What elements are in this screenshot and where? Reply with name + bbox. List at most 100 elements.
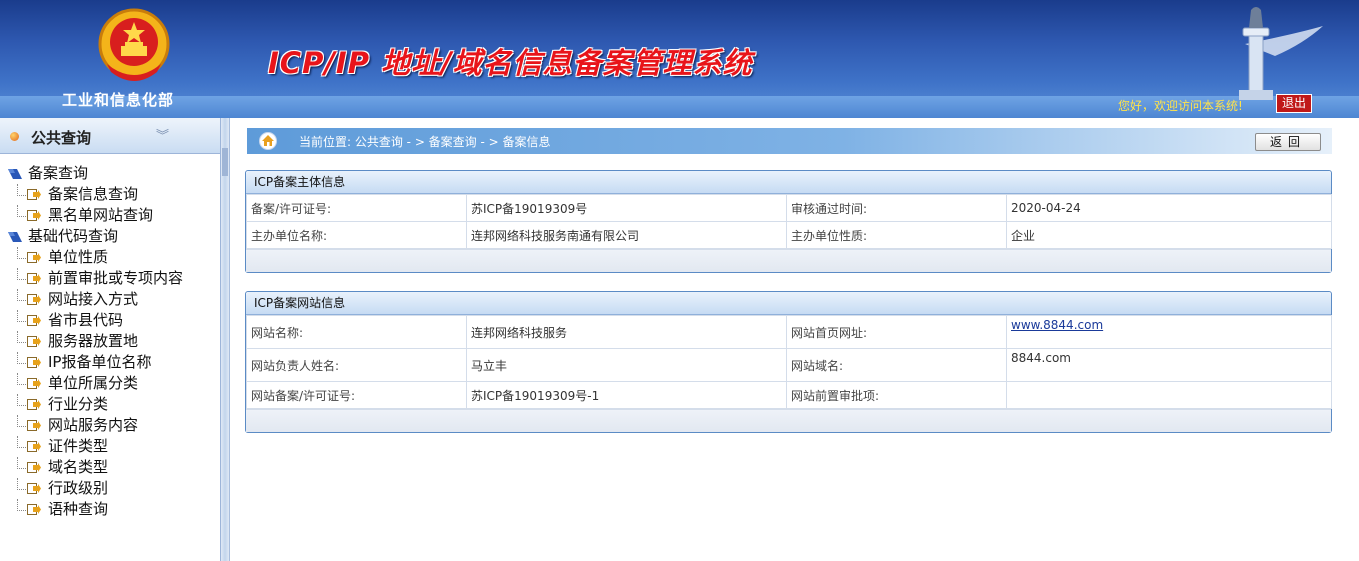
tree-item-label: 网站服务内容 <box>48 416 139 434</box>
table-row: 网站负责人姓名: 马立丰 网站域名: 8844.com <box>246 348 1332 382</box>
header-banner: 工业和信息化部 ICP/IP 地址/域名信息备案管理系统 您好，欢迎访问本系统!… <box>0 0 1359 118</box>
homepage-url-link[interactable]: www.8844.com <box>1011 318 1103 332</box>
page-arrow-icon <box>27 294 41 305</box>
ministry-name: 工业和信息化部 <box>62 92 175 109</box>
table-row: 备案/许可证号: 苏ICP备19019309号 审核通过时间: 2020-04-… <box>246 194 1332 222</box>
field-label: 备案/许可证号: <box>246 194 467 222</box>
field-label: 主办单位名称: <box>246 221 467 249</box>
page-arrow-icon <box>27 378 41 389</box>
field-value: 马立丰 <box>466 348 787 382</box>
collapse-chevron-icon[interactable]: ︾ <box>156 125 169 144</box>
field-value: 苏ICP备19019309号 <box>466 194 787 222</box>
tree-item[interactable]: 域名类型 <box>0 457 220 478</box>
tree-item[interactable]: 网站接入方式 <box>0 289 220 310</box>
table-row: 网站名称: 连邦网络科技服务 网站首页网址: www.8844.com <box>246 315 1332 349</box>
subject-info-panel: ICP备案主体信息 备案/许可证号: 苏ICP备19019309号 审核通过时间… <box>245 170 1332 273</box>
page-arrow-icon <box>27 441 41 452</box>
tree-item-label: 语种查询 <box>48 500 109 518</box>
tree-group-label: 备案查询 <box>28 164 89 182</box>
tree-group-base-code-query[interactable]: 基础代码查询 <box>0 226 220 247</box>
sidebar-splitter[interactable] <box>221 118 230 561</box>
home-icon <box>259 132 277 150</box>
tree-item-label: 域名类型 <box>48 458 109 476</box>
subject-info-table: 备案/许可证号: 苏ICP备19019309号 审核通过时间: 2020-04-… <box>246 194 1332 249</box>
tree-group-label: 基础代码查询 <box>28 227 119 245</box>
field-value: 企业 <box>1006 221 1332 249</box>
tree-item-blacklist-query[interactable]: 黑名单网站查询 <box>0 205 220 226</box>
page-arrow-icon <box>27 420 41 431</box>
tree-item[interactable]: 证件类型 <box>0 436 220 457</box>
nav-tree: 备案查询 备案信息查询 黑名单网站查询 基础代码查询 单位性质 前置审批或专项内… <box>0 163 220 520</box>
welcome-message: 您好，欢迎访问本系统! <box>1118 99 1243 113</box>
field-value <box>1006 381 1332 409</box>
breadcrumb-text: 当前位置: 公共查询 - > 备案查询 - > 备案信息 <box>299 135 551 149</box>
tree-item-label: 备案信息查询 <box>48 185 139 203</box>
tree-item[interactable]: 语种查询 <box>0 499 220 520</box>
tree-item[interactable]: 单位所属分类 <box>0 373 220 394</box>
page-arrow-icon <box>27 252 41 263</box>
tree-item[interactable]: 省市县代码 <box>0 310 220 331</box>
tree-group-record-query[interactable]: 备案查询 <box>0 163 220 184</box>
tree-item[interactable]: 网站服务内容 <box>0 415 220 436</box>
huabiao-pillar-icon <box>1239 7 1323 100</box>
field-value: 连邦网络科技服务 <box>466 315 787 349</box>
field-label: 网站前置审批项: <box>786 381 1007 409</box>
field-label: 网站负责人姓名: <box>246 348 467 382</box>
field-label: 网站首页网址: <box>786 315 1007 349</box>
page-arrow-icon <box>27 189 41 200</box>
page-arrow-icon <box>27 315 41 326</box>
sidebar-header[interactable]: 公共查询 ︾ <box>0 118 220 154</box>
bullet-icon <box>10 132 19 141</box>
sidebar: 公共查询 ︾ 备案查询 备案信息查询 黑名单网站查询 基础代码查询 单位性质 前… <box>0 118 221 561</box>
tree-item[interactable]: IP报备单位名称 <box>0 352 220 373</box>
tree-item-record-info-query[interactable]: 备案信息查询 <box>0 184 220 205</box>
website-info-panel: ICP备案网站信息 网站名称: 连邦网络科技服务 网站首页网址: www.884… <box>245 291 1332 433</box>
page-arrow-icon <box>27 483 41 494</box>
field-label: 网站域名: <box>786 348 1007 382</box>
field-value: 苏ICP备19019309号-1 <box>466 381 787 409</box>
field-value: 8844.com <box>1006 348 1332 382</box>
tree-item-label: 服务器放置地 <box>48 332 139 350</box>
panel-title: ICP备案主体信息 <box>246 171 1331 194</box>
tree-item-label: 单位性质 <box>48 248 109 266</box>
page-arrow-icon <box>27 273 41 284</box>
field-value: 连邦网络科技服务南通有限公司 <box>466 221 787 249</box>
tree-item-label: IP报备单位名称 <box>48 353 152 371</box>
field-label: 主办单位性质: <box>786 221 1007 249</box>
tree-item[interactable]: 单位性质 <box>0 247 220 268</box>
tree-item[interactable]: 前置审批或专项内容 <box>0 268 220 289</box>
tree-item-label: 行业分类 <box>48 395 109 413</box>
table-row: 网站备案/许可证号: 苏ICP备19019309号-1 网站前置审批项: <box>246 381 1332 409</box>
field-label: 网站名称: <box>246 315 467 349</box>
breadcrumb: 当前位置: 公共查询 - > 备案查询 - > 备案信息 <box>247 128 1332 154</box>
tree-item-label: 证件类型 <box>48 437 109 455</box>
table-row: 主办单位名称: 连邦网络科技服务南通有限公司 主办单位性质: 企业 <box>246 221 1332 249</box>
field-label: 审核通过时间: <box>786 194 1007 222</box>
tree-item-label: 网站接入方式 <box>48 290 139 308</box>
tree-item[interactable]: 服务器放置地 <box>0 331 220 352</box>
field-value: 2020-04-24 <box>1006 194 1332 222</box>
folder-icon <box>8 232 22 242</box>
system-title: ICP/IP 地址/域名信息备案管理系统 <box>268 46 753 80</box>
panel-footer <box>246 249 1331 272</box>
tree-item[interactable]: 行业分类 <box>0 394 220 415</box>
tree-item[interactable]: 行政级别 <box>0 478 220 499</box>
panel-title: ICP备案网站信息 <box>246 292 1331 315</box>
tree-item-label: 前置审批或专项内容 <box>48 269 184 287</box>
website-info-table: 网站名称: 连邦网络科技服务 网站首页网址: www.8844.com 网站负责… <box>246 315 1332 409</box>
tree-item-label: 行政级别 <box>48 479 109 497</box>
logout-button[interactable]: 退出 <box>1276 94 1312 113</box>
sidebar-title: 公共查询 <box>31 129 92 147</box>
splitter-grip[interactable] <box>222 148 228 176</box>
national-emblem-icon <box>98 8 170 81</box>
panel-footer <box>246 409 1331 432</box>
page-arrow-icon <box>27 357 41 368</box>
tree-item-label: 黑名单网站查询 <box>48 206 154 224</box>
page-arrow-icon <box>27 399 41 410</box>
page-arrow-icon <box>27 336 41 347</box>
field-value: www.8844.com <box>1006 315 1332 349</box>
field-label: 网站备案/许可证号: <box>246 381 467 409</box>
page-arrow-icon <box>27 210 41 221</box>
tree-item-label: 单位所属分类 <box>48 374 139 392</box>
back-button[interactable]: 返回 <box>1255 133 1321 151</box>
